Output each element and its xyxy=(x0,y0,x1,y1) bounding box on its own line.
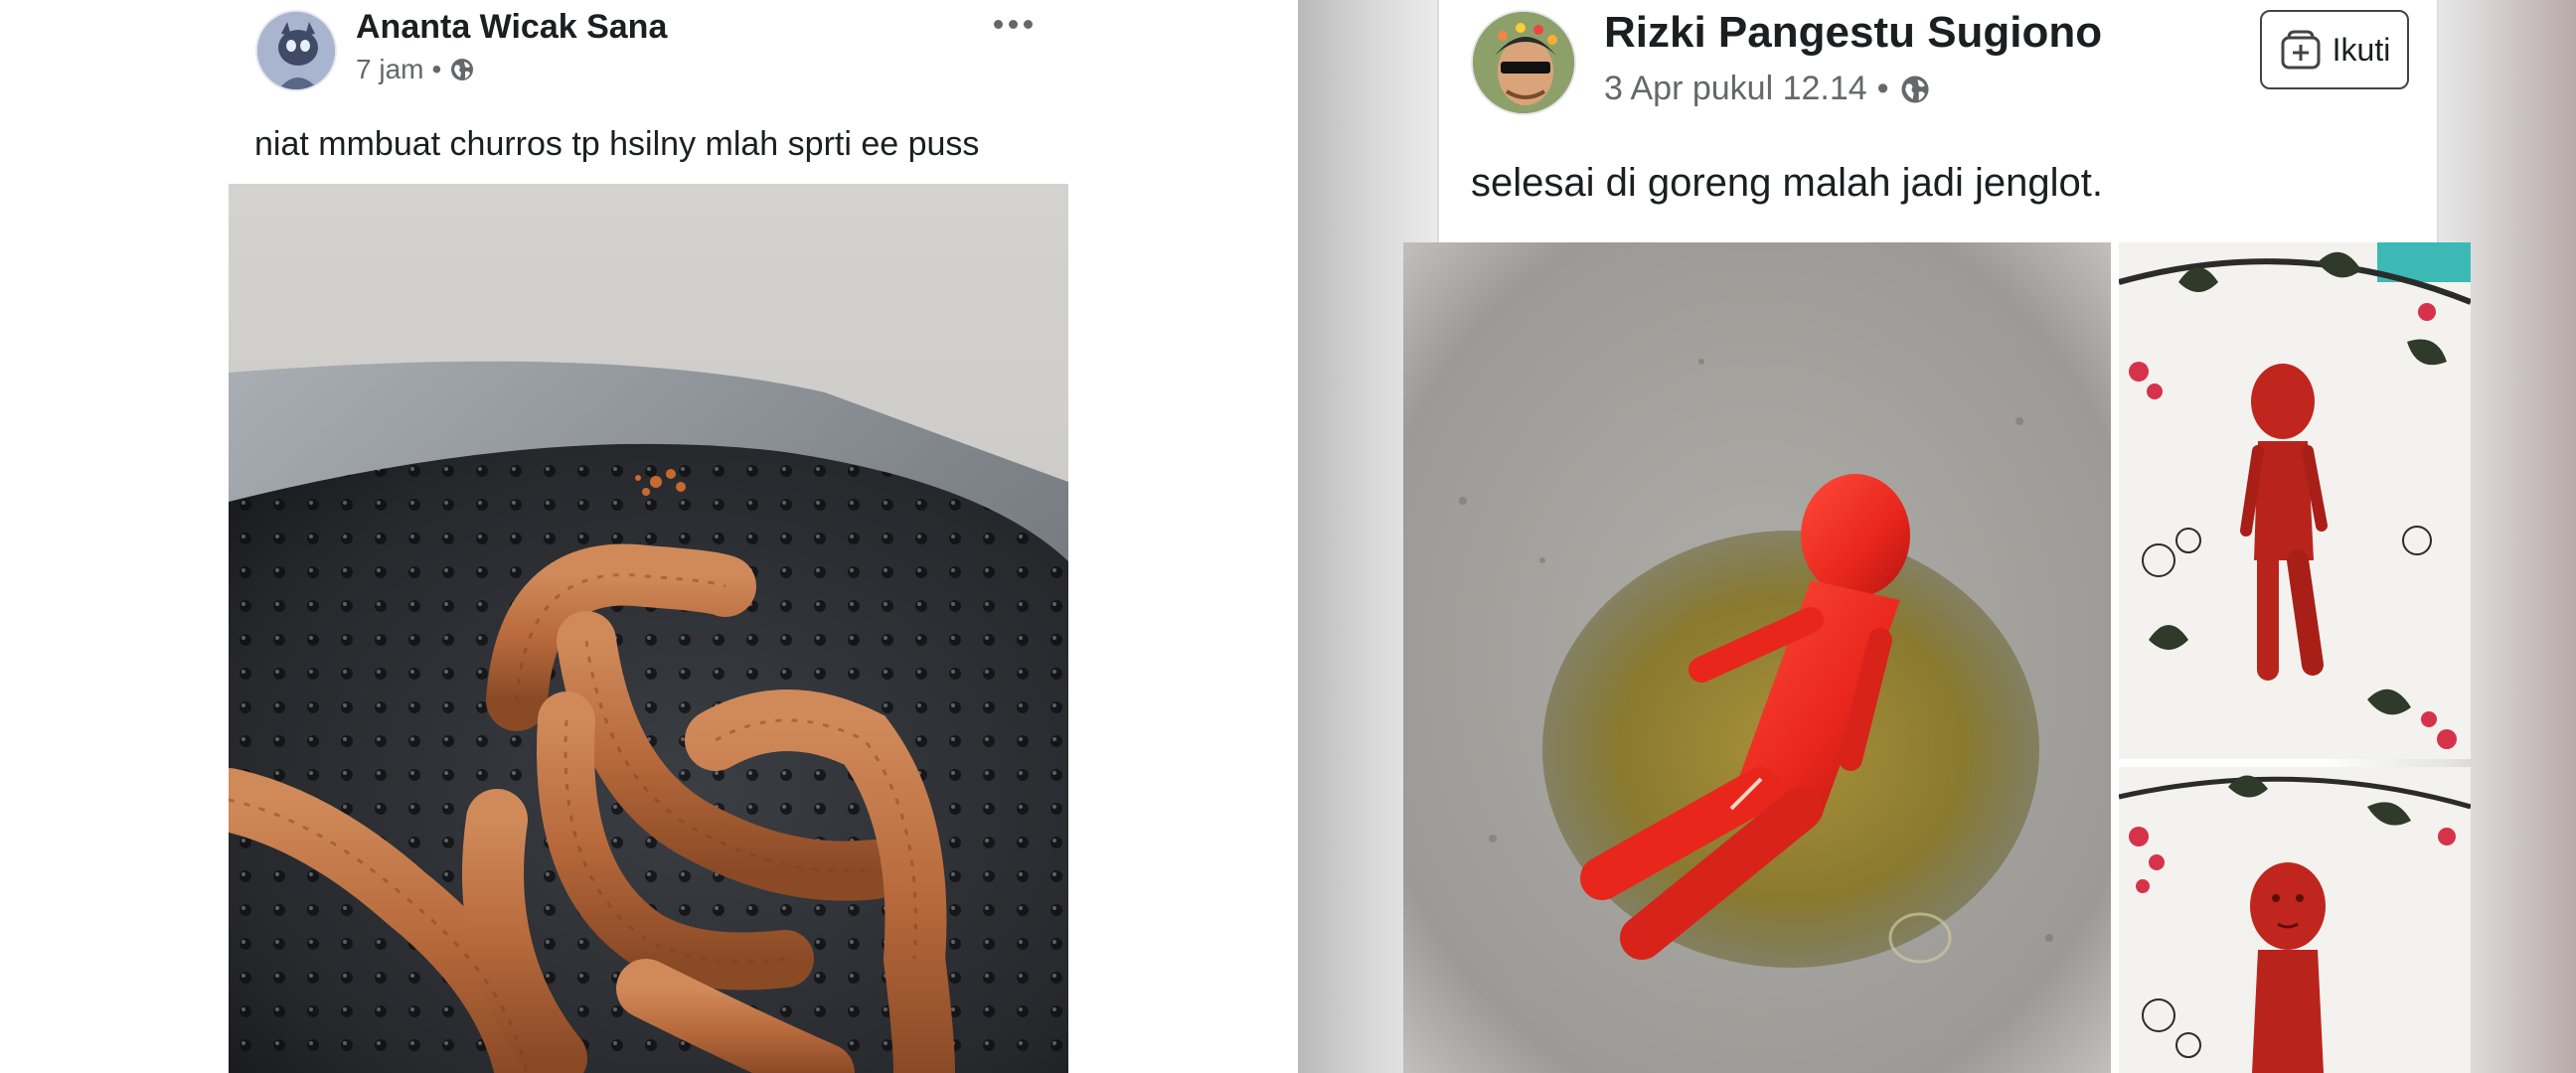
post-caption: niat mmbuat churros tp hsilny mlah sprti… xyxy=(254,125,980,163)
author-avatar[interactable] xyxy=(1471,10,1576,115)
author-name[interactable]: Rizki Pangestu Sugiono xyxy=(1604,8,2102,58)
post-meta: 3 Apr pukul 12.14 • xyxy=(1604,70,1931,108)
meta-separator: • xyxy=(1876,70,1889,107)
globe-icon xyxy=(1899,74,1931,105)
meta-separator: • xyxy=(431,54,442,84)
post-photo-top[interactable] xyxy=(2119,242,2471,759)
post-right: Rizki Pangestu Sugiono 3 Apr pukul 12.14… xyxy=(1298,0,2576,1073)
post-meta: 7 jam • xyxy=(356,54,475,85)
follow-button[interactable]: Ikuti xyxy=(2260,10,2409,89)
post-photo-main[interactable] xyxy=(1403,242,2111,1073)
post-caption: selesai di goreng malah jadi jenglot. xyxy=(1471,161,2103,205)
follow-plus-icon xyxy=(2279,28,2323,72)
author-avatar[interactable] xyxy=(255,10,337,91)
post-time[interactable]: 7 jam xyxy=(356,54,423,85)
post-photo-bottom[interactable] xyxy=(2119,767,2471,1073)
author-name[interactable]: Ananta Wicak Sana xyxy=(356,8,667,47)
post-left: Ananta Wicak Sana 7 jam • niat mmbuat ch… xyxy=(0,0,1298,1073)
follow-label: Ikuti xyxy=(2332,31,2391,68)
post-time[interactable]: 3 Apr pukul 12.14 xyxy=(1604,70,1867,108)
globe-icon xyxy=(449,57,475,82)
more-options-icon[interactable] xyxy=(988,4,1038,44)
post-header-card: Rizki Pangestu Sugiono 3 Apr pukul 12.14… xyxy=(1437,0,2439,242)
post-photo-churros[interactable] xyxy=(229,184,1068,1073)
